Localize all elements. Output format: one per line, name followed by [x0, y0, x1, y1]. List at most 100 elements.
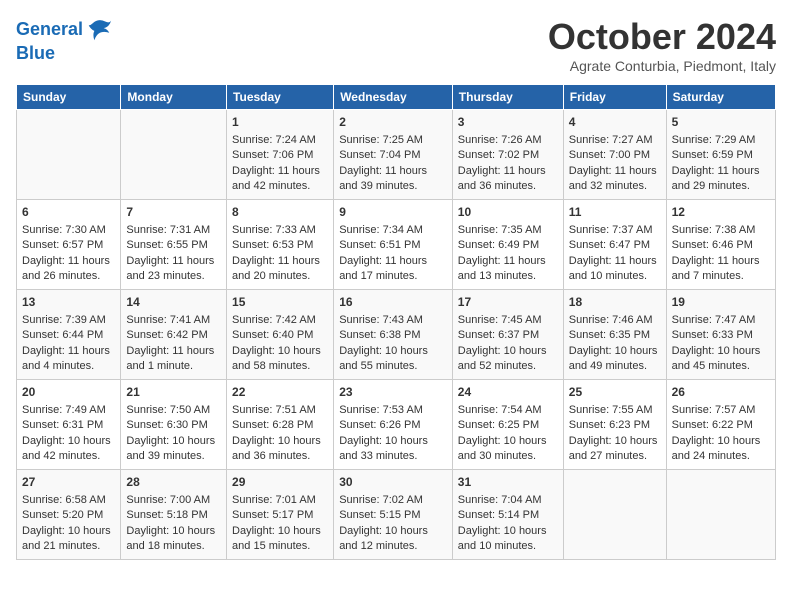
day-number: 19: [672, 294, 770, 311]
day-info: Daylight: 11 hours and 23 minutes.: [126, 254, 221, 285]
calendar-week-1: 1Sunrise: 7:24 AMSunset: 7:06 PMDaylight…: [17, 110, 776, 200]
day-info: Daylight: 11 hours and 29 minutes.: [672, 164, 770, 195]
day-number: 14: [126, 294, 221, 311]
day-info: Daylight: 10 hours and 10 minutes.: [458, 524, 558, 555]
day-info: Daylight: 11 hours and 36 minutes.: [458, 164, 558, 195]
day-info: Sunrise: 7:38 AM: [672, 223, 770, 238]
day-number: 23: [339, 384, 447, 401]
day-info: Daylight: 10 hours and 15 minutes.: [232, 524, 328, 555]
day-info: Daylight: 10 hours and 12 minutes.: [339, 524, 447, 555]
day-info: Sunrise: 7:39 AM: [22, 313, 115, 328]
day-number: 7: [126, 204, 221, 221]
calendar-cell: 17Sunrise: 7:45 AMSunset: 6:37 PMDayligh…: [452, 290, 563, 380]
day-info: Daylight: 11 hours and 26 minutes.: [22, 254, 115, 285]
day-number: 13: [22, 294, 115, 311]
day-info: Sunrise: 7:00 AM: [126, 493, 221, 508]
day-info: Sunset: 6:37 PM: [458, 328, 558, 343]
day-info: Sunrise: 7:46 AM: [569, 313, 661, 328]
day-info: Daylight: 11 hours and 1 minute.: [126, 344, 221, 375]
calendar-cell: 22Sunrise: 7:51 AMSunset: 6:28 PMDayligh…: [227, 380, 334, 470]
calendar-header-row: SundayMondayTuesdayWednesdayThursdayFrid…: [17, 85, 776, 110]
logo-text: General: [16, 16, 113, 44]
day-header-sunday: Sunday: [17, 85, 121, 110]
day-number: 4: [569, 114, 661, 131]
calendar-cell: 12Sunrise: 7:38 AMSunset: 6:46 PMDayligh…: [666, 200, 775, 290]
day-number: 29: [232, 474, 328, 491]
calendar-cell: 19 Sunrise: 7:47 AMSunset: 6:33 PMDayligh…: [666, 290, 775, 380]
day-info: Sunrise: 7:27 AM: [569, 133, 661, 148]
day-info: Daylight: 11 hours and 39 minutes.: [339, 164, 447, 195]
calendar-cell: 26Sunrise: 7:57 AMSunset: 6:22 PMDayligh…: [666, 380, 775, 470]
calendar-cell: 25Sunrise: 7:55 AMSunset: 6:23 PMDayligh…: [563, 380, 666, 470]
day-info: Daylight: 10 hours and 58 minutes.: [232, 344, 328, 375]
day-info: Sunset: 6:28 PM: [232, 418, 328, 433]
calendar-week-4: 20Sunrise: 7:49 AMSunset: 6:31 PMDayligh…: [17, 380, 776, 470]
calendar-cell: 13 Sunrise: 7:39 AMSunset: 6:44 PMDayligh…: [17, 290, 121, 380]
day-info: Daylight: 10 hours and 30 minutes.: [458, 434, 558, 465]
day-info: Sunrise: 7:33 AM: [232, 223, 328, 238]
logo: General Blue: [16, 16, 113, 64]
calendar-week-2: 6Sunrise: 7:30 AMSunset: 6:57 PMDaylight…: [17, 200, 776, 290]
location-subtitle: Agrate Conturbia, Piedmont, Italy: [548, 58, 776, 74]
day-number: 20: [22, 384, 115, 401]
day-info: Sunrise: 7:04 AM: [458, 493, 558, 508]
day-info: Daylight: 10 hours and 24 minutes.: [672, 434, 770, 465]
month-title: October 2024: [548, 16, 776, 58]
day-info: Sunrise: 7:41 AM: [126, 313, 221, 328]
day-number: 31: [458, 474, 558, 491]
day-info: Sunrise: 7:30 AM: [22, 223, 115, 238]
day-info: Sunset: 6:55 PM: [126, 238, 221, 253]
day-info: Daylight: 11 hours and 7 minutes.: [672, 254, 770, 285]
day-info: Sunrise: 7:57 AM: [672, 403, 770, 418]
day-info: Sunset: 6:49 PM: [458, 238, 558, 253]
day-info: Sunset: 5:20 PM: [22, 508, 115, 523]
day-number: 2: [339, 114, 447, 131]
day-info: Sunset: 7:06 PM: [232, 148, 328, 163]
day-info: Sunset: 6:30 PM: [126, 418, 221, 433]
calendar-cell: [563, 470, 666, 560]
calendar-table: SundayMondayTuesdayWednesdayThursdayFrid…: [16, 84, 776, 560]
day-info: Sunrise: 7:47 AM: [672, 313, 770, 328]
day-info: Daylight: 10 hours and 27 minutes.: [569, 434, 661, 465]
day-number: 3: [458, 114, 558, 131]
calendar-cell: 1Sunrise: 7:24 AMSunset: 7:06 PMDaylight…: [227, 110, 334, 200]
day-info: Sunset: 6:35 PM: [569, 328, 661, 343]
day-info: Sunset: 6:59 PM: [672, 148, 770, 163]
day-info: Sunrise: 7:51 AM: [232, 403, 328, 418]
calendar-cell: 20Sunrise: 7:49 AMSunset: 6:31 PMDayligh…: [17, 380, 121, 470]
day-info: Daylight: 10 hours and 39 minutes.: [126, 434, 221, 465]
day-info: Sunrise: 7:54 AM: [458, 403, 558, 418]
day-number: 8: [232, 204, 328, 221]
day-header-friday: Friday: [563, 85, 666, 110]
day-info: Sunrise: 7:55 AM: [569, 403, 661, 418]
day-number: 17: [458, 294, 558, 311]
day-info: Sunrise: 7:24 AM: [232, 133, 328, 148]
day-header-saturday: Saturday: [666, 85, 775, 110]
logo-text-blue: Blue: [16, 44, 113, 64]
day-number: 6: [22, 204, 115, 221]
calendar-cell: 5Sunrise: 7:29 AMSunset: 6:59 PMDaylight…: [666, 110, 775, 200]
title-block: October 2024 Agrate Conturbia, Piedmont,…: [548, 16, 776, 74]
day-header-thursday: Thursday: [452, 85, 563, 110]
calendar-cell: 16Sunrise: 7:43 AMSunset: 6:38 PMDayligh…: [334, 290, 453, 380]
day-number: 16: [339, 294, 447, 311]
day-info: Sunset: 6:33 PM: [672, 328, 770, 343]
day-number: 10: [458, 204, 558, 221]
day-info: Sunset: 6:44 PM: [22, 328, 115, 343]
calendar-cell: 18Sunrise: 7:46 AMSunset: 6:35 PMDayligh…: [563, 290, 666, 380]
day-info: Sunrise: 7:31 AM: [126, 223, 221, 238]
day-info: Sunrise: 7:43 AM: [339, 313, 447, 328]
calendar-cell: 2Sunrise: 7:25 AMSunset: 7:04 PMDaylight…: [334, 110, 453, 200]
day-info: Daylight: 11 hours and 4 minutes.: [22, 344, 115, 375]
day-number: 21: [126, 384, 221, 401]
day-info: Sunrise: 7:25 AM: [339, 133, 447, 148]
calendar-cell: 10Sunrise: 7:35 AMSunset: 6:49 PMDayligh…: [452, 200, 563, 290]
day-info: Sunrise: 7:26 AM: [458, 133, 558, 148]
day-info: Daylight: 10 hours and 45 minutes.: [672, 344, 770, 375]
day-info: Sunset: 6:23 PM: [569, 418, 661, 433]
calendar-cell: 27Sunrise: 6:58 AMSunset: 5:20 PMDayligh…: [17, 470, 121, 560]
calendar-cell: 24Sunrise: 7:54 AMSunset: 6:25 PMDayligh…: [452, 380, 563, 470]
day-info: Sunset: 5:17 PM: [232, 508, 328, 523]
day-number: 18: [569, 294, 661, 311]
day-info: Sunset: 6:46 PM: [672, 238, 770, 253]
